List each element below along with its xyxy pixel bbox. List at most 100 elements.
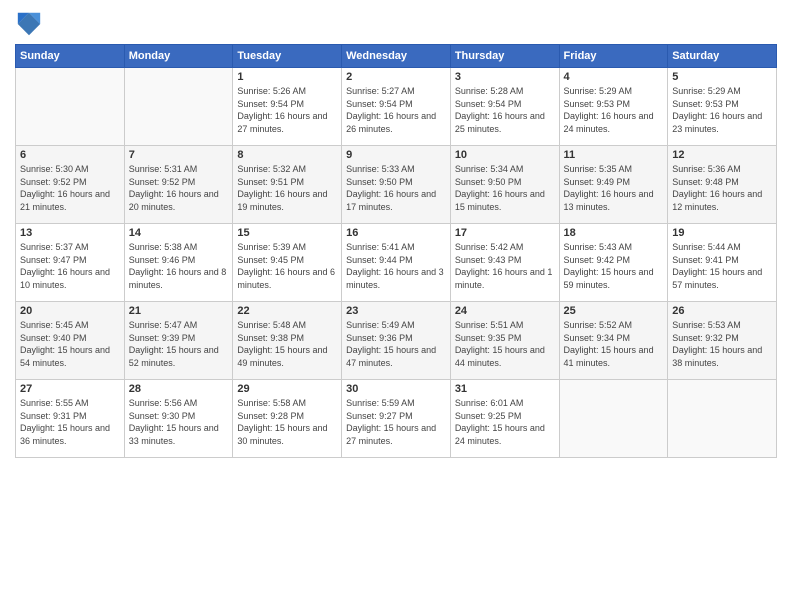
day-number: 25 xyxy=(564,305,664,317)
day-number: 15 xyxy=(237,227,337,239)
calendar-weekday-friday: Friday xyxy=(559,45,668,68)
day-number: 23 xyxy=(346,305,446,317)
calendar-cell: 9 Sunrise: 5:33 AMSunset: 9:50 PMDaylight… xyxy=(342,146,451,224)
day-number: 31 xyxy=(455,383,555,395)
calendar-week-row: 27 Sunrise: 5:55 AMSunset: 9:31 PMDayligh… xyxy=(16,380,777,458)
calendar-weekday-saturday: Saturday xyxy=(668,45,777,68)
day-info: Sunrise: 5:31 AMSunset: 9:52 PMDaylight:… xyxy=(129,163,229,213)
calendar-cell: 18 Sunrise: 5:43 AMSunset: 9:42 PMDayligh… xyxy=(559,224,668,302)
calendar-cell: 12Sunrise: 5:36 AMSunset: 9:48 PMDayligh… xyxy=(668,146,777,224)
calendar-weekday-thursday: Thursday xyxy=(450,45,559,68)
day-number: 18 xyxy=(564,227,664,239)
calendar-cell: 15Sunrise: 5:39 AMSunset: 9:45 PMDayligh… xyxy=(233,224,342,302)
calendar-week-row: 1 Sunrise: 5:26 AMSunset: 9:54 PMDaylight… xyxy=(16,68,777,146)
day-info: Sunrise: 5:56 AMSunset: 9:30 PMDaylight:… xyxy=(129,397,229,447)
calendar-cell: 16 Sunrise: 5:41 AMSunset: 9:44 PMDayligh… xyxy=(342,224,451,302)
day-info: Sunrise: 5:28 AMSunset: 9:54 PMDaylight:… xyxy=(455,85,555,135)
day-info: Sunrise: 5:29 AMSunset: 9:53 PMDaylight:… xyxy=(672,85,772,135)
page: SundayMondayTuesdayWednesdayThursdayFrid… xyxy=(0,0,792,612)
day-info: Sunrise: 5:38 AMSunset: 9:46 PMDaylight:… xyxy=(129,241,229,291)
calendar-weekday-sunday: Sunday xyxy=(16,45,125,68)
day-number: 10 xyxy=(455,149,555,161)
calendar-cell: 4 Sunrise: 5:29 AMSunset: 9:53 PMDaylight… xyxy=(559,68,668,146)
calendar-cell xyxy=(668,380,777,458)
calendar-cell: 5 Sunrise: 5:29 AMSunset: 9:53 PMDaylight… xyxy=(668,68,777,146)
calendar-cell: 19Sunrise: 5:44 AMSunset: 9:41 PMDayligh… xyxy=(668,224,777,302)
day-number: 24 xyxy=(455,305,555,317)
day-info: Sunrise: 5:29 AMSunset: 9:53 PMDaylight:… xyxy=(564,85,664,135)
day-info: Sunrise: 5:41 AMSunset: 9:44 PMDaylight:… xyxy=(346,241,446,291)
day-info: Sunrise: 5:26 AMSunset: 9:54 PMDaylight:… xyxy=(237,85,337,135)
day-number: 3 xyxy=(455,71,555,83)
day-number: 9 xyxy=(346,149,446,161)
day-info: Sunrise: 5:53 AMSunset: 9:32 PMDaylight:… xyxy=(672,319,772,369)
day-number: 17 xyxy=(455,227,555,239)
calendar-cell: 28 Sunrise: 5:56 AMSunset: 9:30 PMDayligh… xyxy=(124,380,233,458)
calendar-cell: 29 Sunrise: 5:58 AMSunset: 9:28 PMDayligh… xyxy=(233,380,342,458)
day-info: Sunrise: 5:43 AMSunset: 9:42 PMDaylight:… xyxy=(564,241,664,291)
day-number: 19 xyxy=(672,227,772,239)
day-number: 2 xyxy=(346,71,446,83)
day-number: 13 xyxy=(20,227,120,239)
day-info: Sunrise: 5:52 AMSunset: 9:34 PMDaylight:… xyxy=(564,319,664,369)
day-number: 11 xyxy=(564,149,664,161)
calendar-cell: 14 Sunrise: 5:38 AMSunset: 9:46 PMDayligh… xyxy=(124,224,233,302)
calendar-cell: 22 Sunrise: 5:48 AMSunset: 9:38 PMDayligh… xyxy=(233,302,342,380)
calendar-week-row: 20 Sunrise: 5:45 AMSunset: 9:40 PMDayligh… xyxy=(16,302,777,380)
day-number: 30 xyxy=(346,383,446,395)
day-number: 22 xyxy=(237,305,337,317)
day-info: Sunrise: 5:42 AMSunset: 9:43 PMDaylight:… xyxy=(455,241,555,291)
calendar-cell: 31Sunrise: 6:01 AMSunset: 9:25 PMDayligh… xyxy=(450,380,559,458)
calendar-week-row: 6 Sunrise: 5:30 AMSunset: 9:52 PMDaylight… xyxy=(16,146,777,224)
day-number: 1 xyxy=(237,71,337,83)
day-number: 5 xyxy=(672,71,772,83)
day-number: 20 xyxy=(20,305,120,317)
day-number: 21 xyxy=(129,305,229,317)
day-number: 29 xyxy=(237,383,337,395)
calendar-cell: 13 Sunrise: 5:37 AMSunset: 9:47 PMDayligh… xyxy=(16,224,125,302)
calendar-cell: 24 Sunrise: 5:51 AMSunset: 9:35 PMDayligh… xyxy=(450,302,559,380)
calendar-cell: 26 Sunrise: 5:53 AMSunset: 9:32 PMDayligh… xyxy=(668,302,777,380)
day-info: Sunrise: 5:47 AMSunset: 9:39 PMDaylight:… xyxy=(129,319,229,369)
calendar-weekday-tuesday: Tuesday xyxy=(233,45,342,68)
day-number: 26 xyxy=(672,305,772,317)
day-info: Sunrise: 5:33 AMSunset: 9:50 PMDaylight:… xyxy=(346,163,446,213)
day-info: Sunrise: 5:55 AMSunset: 9:31 PMDaylight:… xyxy=(20,397,120,447)
calendar-cell: 3 Sunrise: 5:28 AMSunset: 9:54 PMDaylight… xyxy=(450,68,559,146)
day-number: 4 xyxy=(564,71,664,83)
calendar-cell xyxy=(16,68,125,146)
calendar-cell: 20 Sunrise: 5:45 AMSunset: 9:40 PMDayligh… xyxy=(16,302,125,380)
day-info: Sunrise: 5:49 AMSunset: 9:36 PMDaylight:… xyxy=(346,319,446,369)
day-number: 6 xyxy=(20,149,120,161)
day-info: Sunrise: 5:45 AMSunset: 9:40 PMDaylight:… xyxy=(20,319,120,369)
day-number: 8 xyxy=(237,149,337,161)
calendar-cell: 23 Sunrise: 5:49 AMSunset: 9:36 PMDayligh… xyxy=(342,302,451,380)
calendar-cell: 1 Sunrise: 5:26 AMSunset: 9:54 PMDaylight… xyxy=(233,68,342,146)
day-number: 27 xyxy=(20,383,120,395)
calendar-cell xyxy=(559,380,668,458)
calendar-cell: 7 Sunrise: 5:31 AMSunset: 9:52 PMDaylight… xyxy=(124,146,233,224)
day-number: 16 xyxy=(346,227,446,239)
day-info: Sunrise: 5:37 AMSunset: 9:47 PMDaylight:… xyxy=(20,241,120,291)
calendar-cell xyxy=(124,68,233,146)
calendar-cell: 17 Sunrise: 5:42 AMSunset: 9:43 PMDayligh… xyxy=(450,224,559,302)
calendar-cell: 25 Sunrise: 5:52 AMSunset: 9:34 PMDayligh… xyxy=(559,302,668,380)
day-number: 28 xyxy=(129,383,229,395)
day-info: Sunrise: 5:35 AMSunset: 9:49 PMDaylight:… xyxy=(564,163,664,213)
calendar-cell: 2Sunrise: 5:27 AMSunset: 9:54 PMDaylight… xyxy=(342,68,451,146)
calendar: SundayMondayTuesdayWednesdayThursdayFrid… xyxy=(15,44,777,458)
day-info: Sunrise: 5:30 AMSunset: 9:52 PMDaylight:… xyxy=(20,163,120,213)
day-info: Sunrise: 5:36 AMSunset: 9:48 PMDaylight:… xyxy=(672,163,772,213)
calendar-weekday-wednesday: Wednesday xyxy=(342,45,451,68)
calendar-week-row: 13 Sunrise: 5:37 AMSunset: 9:47 PMDayligh… xyxy=(16,224,777,302)
calendar-weekday-monday: Monday xyxy=(124,45,233,68)
day-info: Sunrise: 5:51 AMSunset: 9:35 PMDaylight:… xyxy=(455,319,555,369)
day-info: Sunrise: 5:32 AMSunset: 9:51 PMDaylight:… xyxy=(237,163,337,213)
calendar-cell: 6 Sunrise: 5:30 AMSunset: 9:52 PMDaylight… xyxy=(16,146,125,224)
day-info: Sunrise: 5:58 AMSunset: 9:28 PMDaylight:… xyxy=(237,397,337,447)
day-info: Sunrise: 5:48 AMSunset: 9:38 PMDaylight:… xyxy=(237,319,337,369)
calendar-cell: 21 Sunrise: 5:47 AMSunset: 9:39 PMDayligh… xyxy=(124,302,233,380)
day-number: 7 xyxy=(129,149,229,161)
day-number: 14 xyxy=(129,227,229,239)
calendar-cell: 11 Sunrise: 5:35 AMSunset: 9:49 PMDayligh… xyxy=(559,146,668,224)
